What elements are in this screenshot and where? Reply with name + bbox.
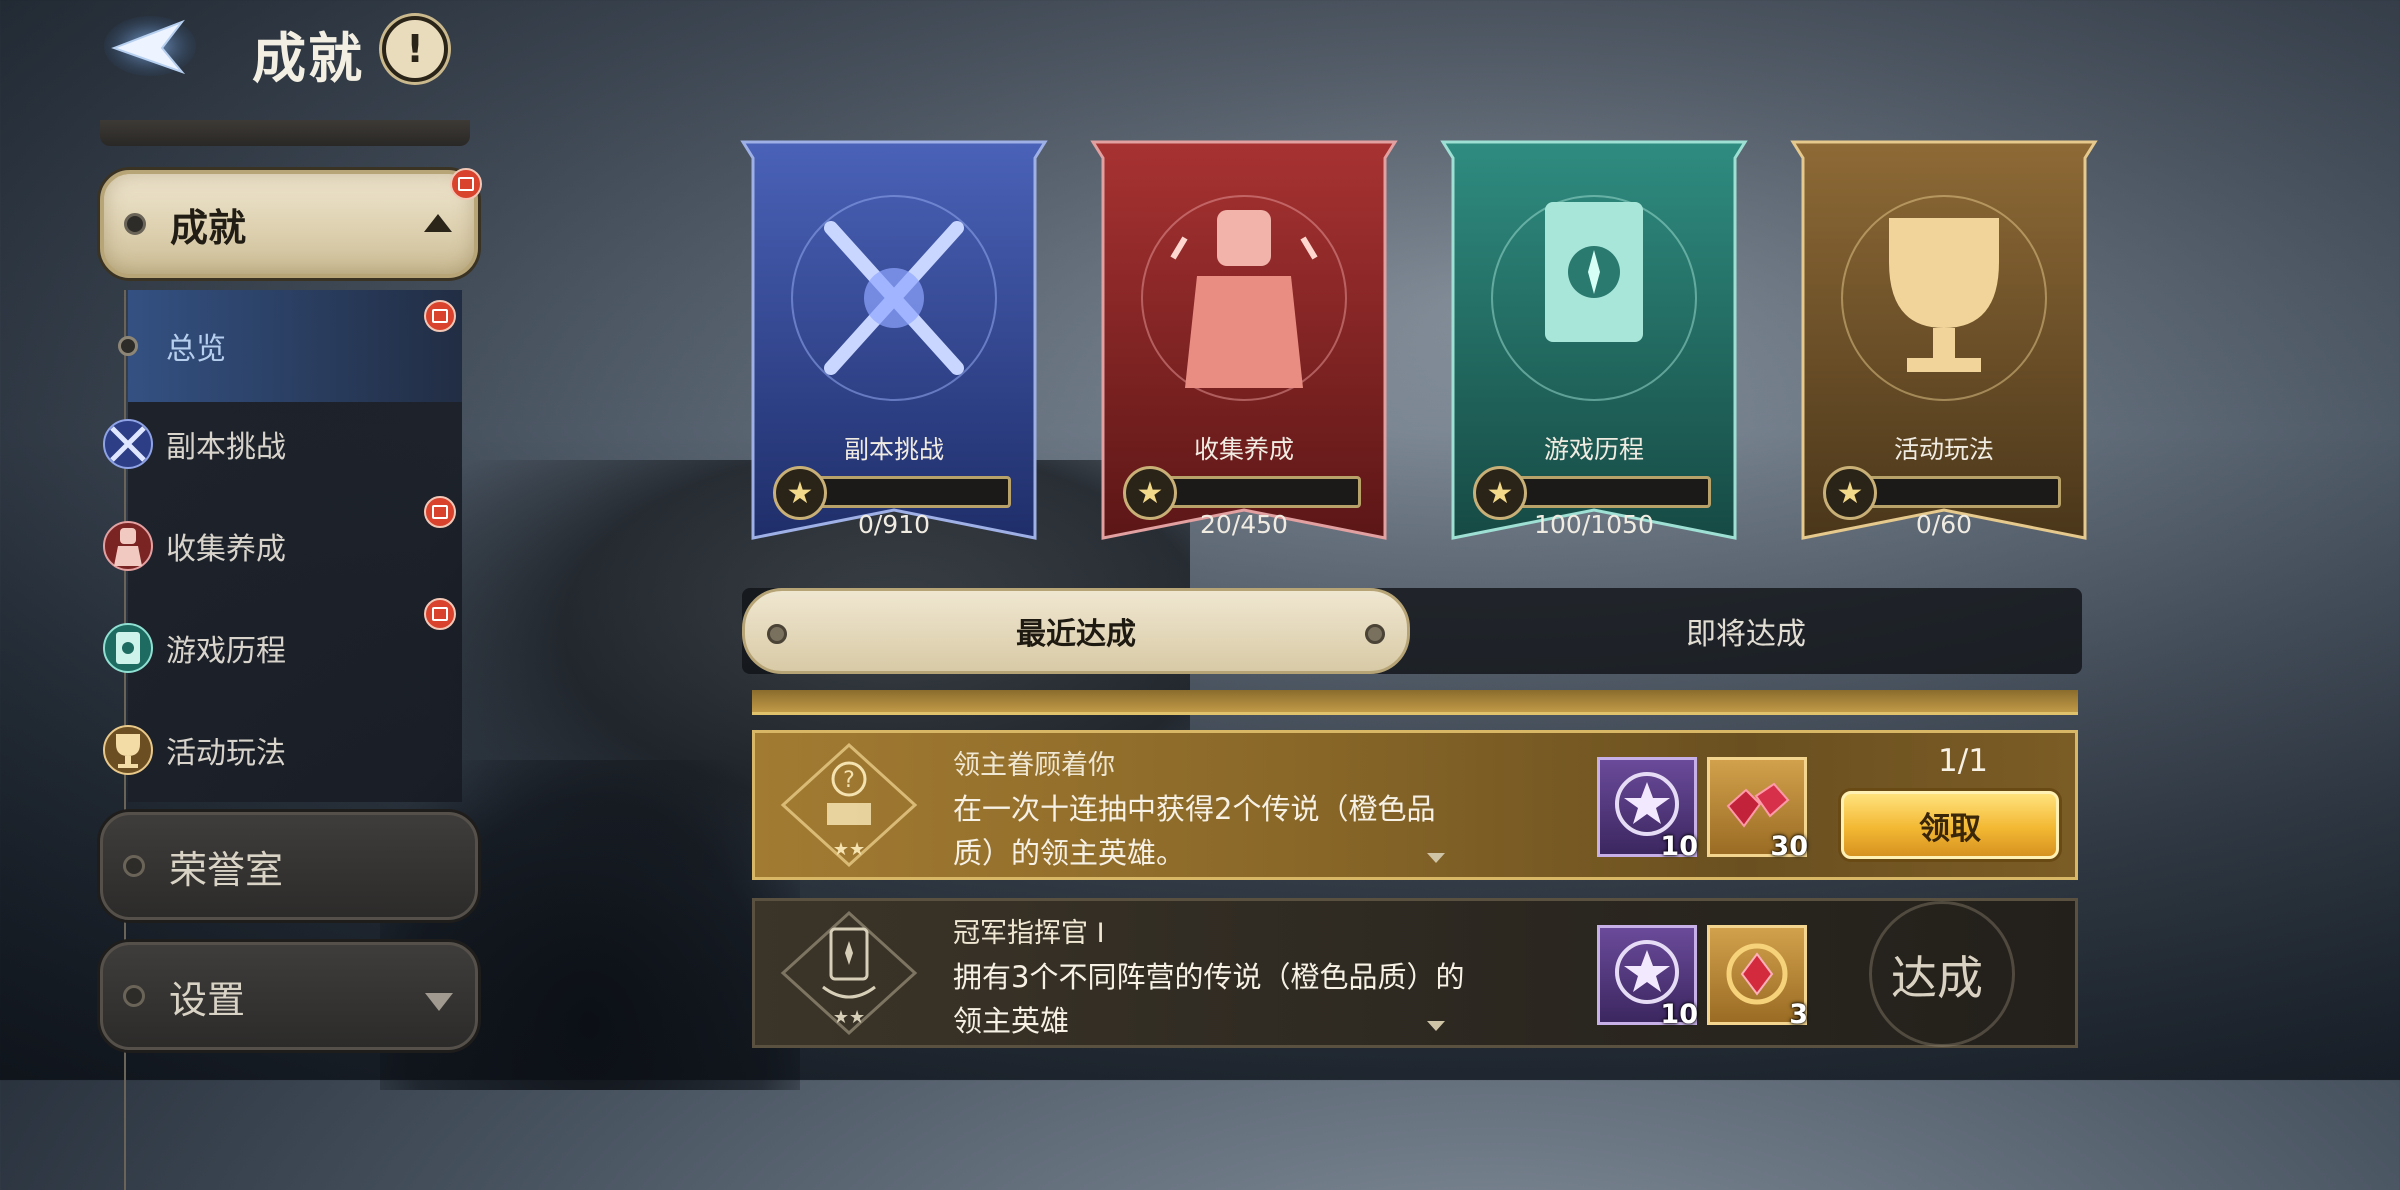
page-title: 成就 [252,27,364,90]
back-arrow-icon [104,16,196,76]
nav-dot [124,213,146,235]
reward-count: 10 [1660,831,1698,862]
sidebar-item-label: 副本挑战 [166,430,286,465]
active-dot [118,336,138,356]
svg-text:?: ? [843,768,855,793]
achievement-tabs: 最近达成 即将达成 [742,588,2082,674]
reward-count: 30 [1770,831,1808,862]
claim-button[interactable]: 领取 [1841,791,2059,859]
achievement-title: 领主眷顾着你 [953,750,1115,781]
achievement-title: 冠军指挥官 I [953,918,1105,949]
sidebar-top-edge [100,120,470,146]
category-name: 活动玩法 [1893,435,1994,464]
tab-dot [767,624,787,644]
category-progress-text: 20/450 [1200,510,1288,539]
sidebar-item-dungeon[interactable]: 副本挑战 [100,398,462,490]
chevron-down-icon [425,993,453,1011]
commander-card-emblem-icon: ★★ [780,910,918,1036]
nav-dot [123,855,145,877]
back-button[interactable] [100,14,196,78]
knight-icon [103,521,153,571]
info-button[interactable]: ! [382,16,448,82]
tab-recent-label: 最近达成 [1016,617,1136,652]
achievement-description: 在一次十连抽中获得2个传说（橙色品质）的领主英雄。 [953,792,1436,870]
category-progress-text: 0/910 [857,510,931,539]
reward-count: 10 [1660,999,1698,1030]
sidebar-item-overview[interactable]: 总览 [118,290,462,402]
nav-hall-of-honor[interactable]: 荣誉室 [100,812,478,920]
list-item: ★★ 冠军指挥官 I 拥有3个不同阵营的传说（橙色品质）的领主英雄 10 3 达… [752,898,2078,1048]
category-progress-text: 0/60 [1915,510,1973,539]
list-item-partial [752,690,2078,715]
gift-badge-icon [424,300,456,332]
achievement-list[interactable]: ? ★★ 领主眷顾着你 在一次十连抽中获得2个传说（橙色品质）的领主英雄。 10… [752,690,2082,1080]
reward-item[interactable]: 10 [1597,757,1698,862]
svg-text:★★: ★★ [833,839,865,860]
list-item: ? ★★ 领主眷顾着你 在一次十连抽中获得2个传说（橙色品质）的领主英雄。 10… [752,730,2078,880]
gift-badge-icon [424,496,456,528]
trophy-icon [103,725,153,775]
expand-chevron-icon[interactable] [1427,1021,1445,1031]
tab-recent[interactable]: 最近达成 [742,588,1410,674]
nav-settings[interactable]: 设置 [100,942,478,1050]
svg-text:★★: ★★ [833,1007,865,1028]
reward-count: 3 [1789,999,1808,1030]
reward-item[interactable]: 10 [1597,925,1698,1030]
sidebar-item-journey[interactable]: 游戏历程 [100,598,462,694]
category-banner-collection[interactable]: 收集养成 ★ 20/450 [1085,138,1403,558]
nav-achievements[interactable]: 成就 [100,168,482,278]
reward-item[interactable]: 30 [1707,757,1808,862]
chevron-up-icon [424,214,452,232]
category-banner-journey[interactable]: 游戏历程 ★ 100/1050 [1435,138,1753,558]
category-banner-events[interactable]: 活动玩法 ★ 0/60 [1785,138,2103,558]
tab-upcoming[interactable]: 即将达成 [1410,588,2082,674]
category-progress-bar [1495,476,1711,508]
nav-settings-label: 设置 [169,977,246,1022]
sidebar-item-events[interactable]: 活动玩法 [100,704,462,796]
sidebar-item-label: 游戏历程 [166,634,286,669]
category-progress-bar [795,476,1011,508]
category-name: 游戏历程 [1543,435,1644,464]
sidebar-item-label: 总览 [166,332,226,367]
category-name: 收集养成 [1193,435,1294,464]
achievement-description: 拥有3个不同阵营的传说（橙色品质）的领主英雄 [953,960,1465,1038]
reward-item[interactable]: 3 [1707,925,1808,1030]
nav-hall-of-honor-label: 荣誉室 [169,847,284,892]
expand-chevron-icon[interactable] [1427,853,1445,863]
achievement-progress: 1/1 [1938,743,1988,779]
category-progress-bar [1845,476,2061,508]
crossed-swords-icon [103,419,153,469]
book-icon [103,623,153,673]
tab-upcoming-label: 即将达成 [1686,617,1806,652]
gift-badge-icon [424,598,456,630]
category-progress-text: 100/1050 [1534,510,1654,539]
sidebar-item-label: 活动玩法 [166,736,286,771]
gift-badge-icon [450,168,482,200]
category-banner-dungeon[interactable]: 副本挑战 ★ 0/910 [735,138,1053,558]
nav-achievements-label: 成就 [170,205,247,250]
tab-dot [1365,624,1385,644]
achieved-status: 达成 [1891,951,1983,1005]
question-book-emblem-icon: ? ★★ [780,742,918,868]
sidebar: 成就 总览 副本挑战 收集养成 游戏历程 活动玩法 荣誉室 设置 [100,120,482,1190]
sidebar-item-label: 收集养成 [166,532,286,567]
category-progress-bar [1145,476,1361,508]
nav-dot [123,985,145,1007]
sidebar-item-collection[interactable]: 收集养成 [100,496,462,592]
category-name: 副本挑战 [843,435,944,464]
